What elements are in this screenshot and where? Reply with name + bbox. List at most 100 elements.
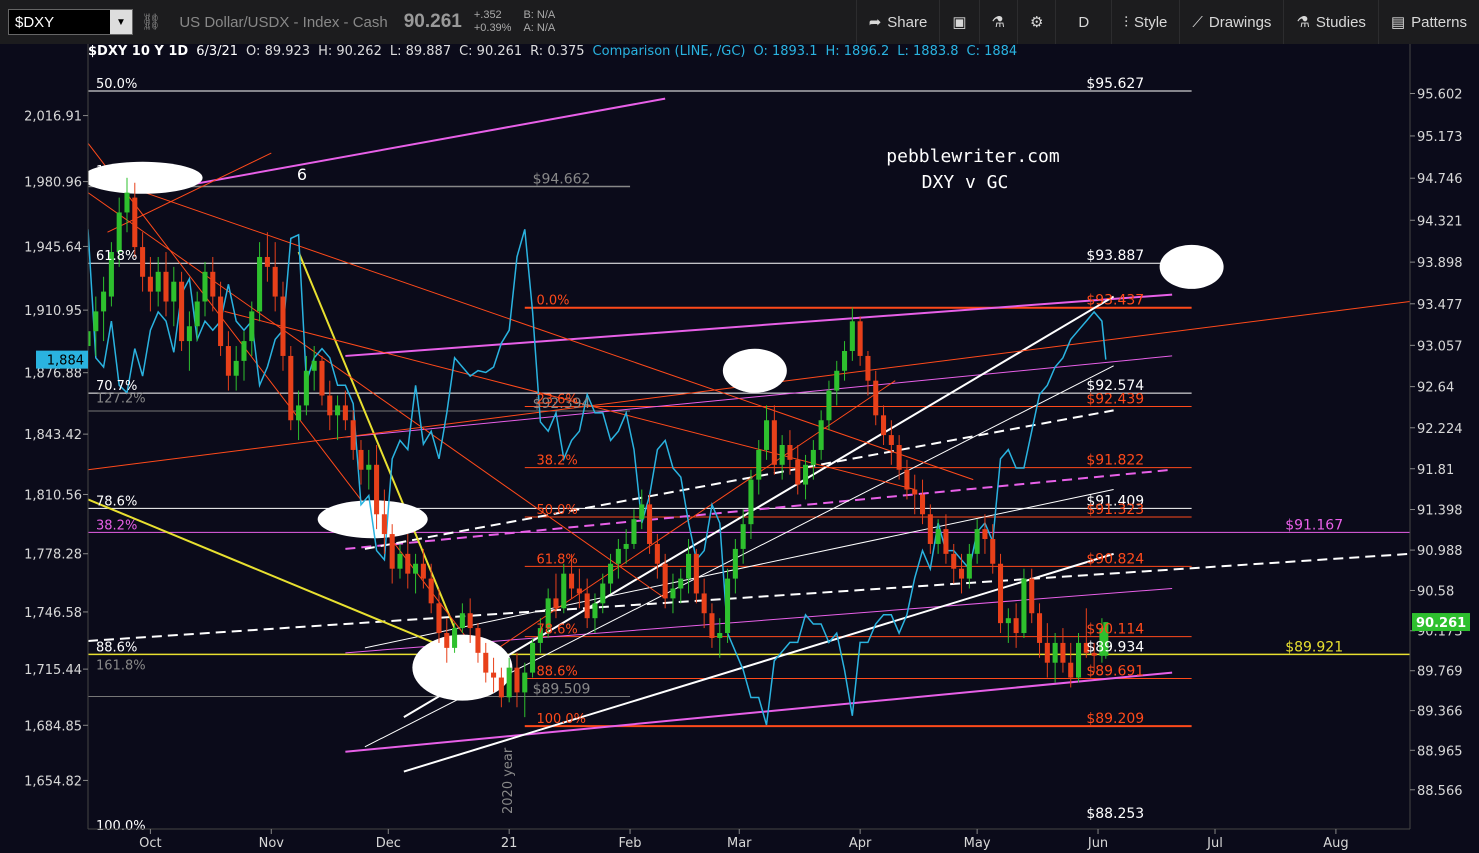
candle-body [904, 469, 910, 490]
highlight-ellipse [412, 634, 513, 701]
bid-value: B: N/A [523, 9, 556, 21]
candle-body [912, 489, 918, 495]
year-marker-label: 2020 year [501, 747, 516, 814]
snapshot-button[interactable]: ▣ [939, 0, 978, 44]
level-label: $93.887 [1086, 248, 1144, 264]
candle-body [881, 415, 887, 436]
candle-body [498, 677, 504, 698]
candle-body [179, 281, 185, 342]
candle-body [958, 568, 965, 579]
candle-body [834, 370, 840, 391]
fib-label: 100.0% [536, 712, 586, 727]
candle-body [631, 519, 637, 544]
gear-icon: ⚙ [1029, 14, 1044, 31]
fib-label: 161.8% [96, 659, 146, 674]
candle-body [264, 256, 270, 267]
candle-body [303, 370, 309, 406]
candle-body [826, 390, 832, 421]
change-box: +.352 +0.39% [468, 9, 518, 35]
candle-body [483, 652, 489, 673]
candle-body [296, 405, 302, 421]
candle-body [888, 435, 894, 445]
level-label: $90.114 [1086, 622, 1144, 638]
open-value: O: 89.923 [246, 44, 311, 59]
wave-label-6: 6 [297, 165, 307, 184]
x-tick-label: Jun [1087, 836, 1108, 851]
left-tick-label: 1,778.28 [24, 548, 82, 563]
candle-body [93, 311, 99, 332]
candle-body [186, 326, 192, 342]
candle-body [654, 543, 660, 564]
cmp-open-value: O: 1893.1 [753, 44, 818, 59]
candle-body [506, 667, 512, 698]
bid-ask-box: B: N/A A: N/A [517, 9, 561, 35]
candle-body [436, 603, 442, 634]
candle-body [857, 321, 863, 356]
share-button[interactable]: ➦ Share [855, 0, 940, 44]
candle-body [366, 464, 372, 470]
fib-label: 127.2% [96, 391, 146, 406]
fib-label: 88.6% [96, 640, 137, 655]
patterns-label: Patterns [1411, 13, 1467, 31]
chart-background [0, 44, 1479, 853]
right-tick-label: 94.746 [1417, 172, 1463, 187]
candle-body [764, 420, 770, 450]
chevron-down-icon[interactable]: ▼ [110, 10, 132, 34]
level-label: $92.439 [1086, 392, 1144, 408]
period-button[interactable]: D [1055, 0, 1111, 44]
fib-label: 61.8% [96, 249, 137, 264]
candle-body [943, 529, 949, 554]
style-button[interactable]: ⫶ Style [1111, 0, 1179, 44]
right-tick-label: 95.602 [1417, 87, 1463, 102]
studies-label: Studies [1315, 13, 1366, 31]
candle-body [405, 553, 411, 574]
share-label: Share [887, 13, 928, 31]
candle-body [514, 667, 520, 693]
level-label: $93.437 [1086, 293, 1144, 309]
candle-body [818, 420, 824, 450]
camera-icon: ▣ [952, 14, 967, 31]
candle-body [569, 573, 575, 589]
candle-body [288, 355, 294, 421]
candle-body [420, 563, 426, 579]
candle-body [756, 449, 762, 480]
right-tick-label: 93.898 [1417, 256, 1463, 271]
candle-body [163, 271, 169, 302]
chart-title: pebblewriter.com [886, 146, 1059, 167]
flask-button[interactable]: ⚗ [978, 0, 1017, 44]
candle-body [1021, 578, 1027, 634]
left-tick-label: 1,910.95 [24, 304, 82, 319]
candle-body [397, 553, 403, 569]
candle-body [935, 529, 941, 544]
candle-body [849, 321, 855, 351]
level-label: $89.509 [533, 681, 591, 697]
right-tick-label: 91.398 [1417, 504, 1463, 519]
candle-body [1036, 613, 1043, 643]
candle-body [803, 464, 809, 485]
drawings-button[interactable]: ⟋ Drawings [1179, 0, 1283, 44]
fib-label: 38.2% [536, 454, 577, 469]
drawings-label: Drawings [1208, 13, 1272, 31]
settings-button[interactable]: ⚙ [1016, 0, 1055, 44]
highlight-ellipse [1159, 244, 1224, 289]
candle-body [647, 504, 653, 544]
level-label: $95.627 [1086, 76, 1144, 92]
candle-body [413, 563, 419, 574]
link-icon[interactable]: ⛓ [133, 12, 169, 32]
candle-body [374, 464, 380, 515]
left-tick-label: 1,843.42 [24, 428, 82, 443]
low-value: L: 89.887 [389, 44, 452, 59]
studies-button[interactable]: ⚗ Studies [1283, 0, 1378, 44]
right-tick-label: 95.173 [1417, 130, 1463, 145]
comparison-label: Comparison (LINE, /GC) [592, 44, 746, 59]
x-tick-label: Aug [1323, 836, 1348, 851]
candle-body [686, 553, 692, 579]
fib-label: 50.0% [536, 503, 577, 518]
symbol-input[interactable]: $DXY ▼ [8, 9, 133, 35]
pencil-icon: ⟋ [1192, 13, 1203, 31]
candle-body [795, 459, 801, 485]
price-chart[interactable]: $95.627$93.887$93.437$92.574$92.439$91.8… [0, 44, 1479, 853]
candle-body [1052, 642, 1058, 663]
candle-body [896, 445, 902, 470]
patterns-button[interactable]: ▤ Patterns [1377, 0, 1479, 44]
